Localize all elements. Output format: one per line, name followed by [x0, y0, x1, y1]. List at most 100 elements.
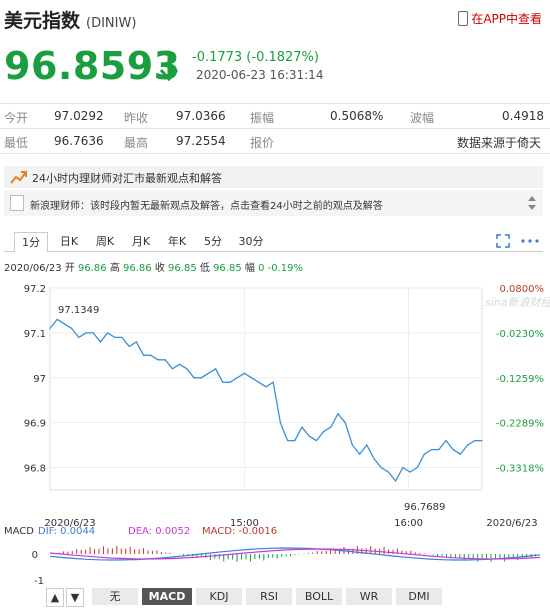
price-point: [351, 444, 353, 446]
close-label: 收: [154, 263, 165, 274]
price-point: [49, 327, 51, 329]
price-point: [359, 453, 361, 455]
price-point: [423, 453, 425, 455]
indicator-tab-boll[interactable]: BOLL: [296, 588, 342, 605]
macd-dea: DEA: 0.0052: [128, 526, 190, 537]
ticker-updown-icon[interactable]: [527, 194, 537, 212]
tab-month-k[interactable]: 月K: [126, 232, 156, 251]
price-point: [78, 336, 80, 338]
price-point: [193, 377, 195, 379]
indicator-tab-rsi[interactable]: RSI: [246, 588, 292, 605]
price-point: [301, 426, 303, 428]
price-point: [56, 318, 58, 321]
price-point: [179, 363, 181, 365]
stat-value: 96.7636: [54, 134, 104, 148]
news-text: 新浪理财师：该时段内暂无最新观点及解答，点击查看24小时之前的观点及解答: [30, 201, 383, 212]
price-point: [150, 354, 152, 356]
price-point: [143, 354, 145, 356]
stat-label: 昨收: [124, 111, 149, 125]
price-tick-label: 97: [33, 374, 46, 385]
ohlc-info-line: 2020/06/23 开 96.86 高 96.86 收 96.85 低 96.…: [4, 259, 303, 274]
scroll-down-icon[interactable]: ▼: [66, 588, 84, 607]
pct-value: 0 -0.19%: [258, 263, 303, 274]
price-point: [272, 381, 274, 383]
percent-axis: 0.0800% -0.0230% -0.1259% -0.2289% -0.3318%: [496, 284, 544, 475]
fullscreen-icon[interactable]: [496, 234, 510, 248]
percent-tick-label: -0.3318%: [496, 464, 544, 475]
stat-label: 最低: [4, 136, 29, 150]
price-point: [308, 435, 310, 437]
more-icon[interactable]: [520, 234, 540, 248]
stat-value: 0.5068%: [330, 109, 384, 123]
price-tick-label: 96.9: [24, 419, 46, 430]
price-point: [157, 359, 159, 361]
indicator-tab-wr[interactable]: WR: [346, 588, 392, 605]
low-value: 96.85: [213, 263, 242, 274]
indicator-tab-kdj[interactable]: KDJ: [196, 588, 242, 605]
price-point: [315, 440, 317, 442]
chart-watermark: sina新浪财经: [485, 296, 550, 309]
price-point: [409, 471, 411, 473]
indicator-tab-macd[interactable]: MACD: [142, 588, 192, 605]
tab-5min[interactable]: 5分: [198, 232, 228, 251]
stats-row-2: 最低 96.7636 最高 97.2554 报价 数据来源于倚天: [0, 129, 550, 154]
price-point: [323, 431, 325, 433]
indicator-tab-dmi[interactable]: DMI: [396, 588, 442, 605]
tab-week-k[interactable]: 周K: [90, 232, 120, 251]
price-tick-label: 96.8: [24, 464, 46, 475]
advisor-news-ticker[interactable]: 新浪理财师：该时段内暂无最新观点及解答，点击查看24小时之前的观点及解答: [4, 190, 543, 216]
price-point: [344, 422, 346, 424]
price-point: [135, 341, 137, 343]
open-value: 96.86: [78, 263, 107, 274]
stat-value: 97.0292: [54, 109, 104, 123]
stat-label: 振幅: [250, 111, 275, 125]
stats-row-1: 今开 97.0292 昨收 97.0366 振幅 0.5068% 波幅 0.49…: [0, 103, 550, 129]
price-point: [452, 449, 454, 451]
price-point: [474, 440, 476, 442]
price-point: [107, 332, 109, 334]
high-label: 高: [109, 263, 120, 274]
tab-day-k[interactable]: 日K: [54, 232, 84, 251]
stat-label: 最高: [124, 136, 149, 150]
price-point: [402, 466, 404, 469]
tab-1min[interactable]: 1分: [14, 232, 48, 252]
price-axis: 97.2 97.1 97 96.9 96.8: [24, 284, 46, 475]
tab-30min[interactable]: 30分: [234, 232, 268, 251]
scroll-up-icon[interactable]: ▲: [46, 588, 64, 607]
price-point: [330, 426, 332, 428]
tab-year-k[interactable]: 年K: [162, 232, 192, 251]
price-point: [459, 453, 461, 455]
stat-label: 报价: [250, 136, 275, 150]
price-point: [186, 368, 188, 370]
down-arrow-icon: [159, 54, 179, 82]
indicator-tab-none[interactable]: 无: [92, 588, 138, 605]
macd-title: MACD: [4, 526, 34, 537]
price-point: [294, 440, 296, 442]
advisor-notice-bar[interactable]: 24小时内理财师对汇市最新观点和解答: [4, 166, 543, 188]
price-point: [431, 449, 433, 451]
price-point: [265, 386, 267, 388]
price-point: [200, 377, 202, 379]
price-tick-label: 97.2: [24, 284, 46, 295]
price-point: [445, 440, 447, 442]
instrument-name: 美元指数: [4, 10, 81, 32]
percent-tick-label: -0.2289%: [496, 419, 544, 430]
price-point: [207, 372, 209, 374]
price-point: [99, 341, 101, 343]
advisor-notice-text: 24小时内理财师对汇市最新观点和解答: [32, 172, 222, 185]
price-point: [114, 336, 116, 338]
open-in-app-link[interactable]: 在APP中查看: [458, 10, 542, 27]
price-point: [243, 372, 245, 374]
stat-label: 今开: [4, 111, 29, 125]
price-point: [380, 466, 382, 469]
price-point: [373, 457, 375, 460]
price-point: [85, 332, 87, 334]
price-point: [229, 381, 231, 383]
stat-label: 波幅: [410, 111, 435, 125]
low-label: 低: [199, 263, 210, 274]
price-point: [236, 377, 238, 379]
price-point: [438, 449, 440, 451]
intraday-line-chart[interactable]: sina新浪财经 97.2 97.1 97 96.9 96.8 0.0800% -0.02…: [0, 278, 550, 528]
macd-panel[interactable]: MACD DIF: 0.0044 DEA: 0.0052 MACD: -0.00…: [0, 524, 550, 586]
instrument-code: (DINIW): [86, 16, 137, 31]
